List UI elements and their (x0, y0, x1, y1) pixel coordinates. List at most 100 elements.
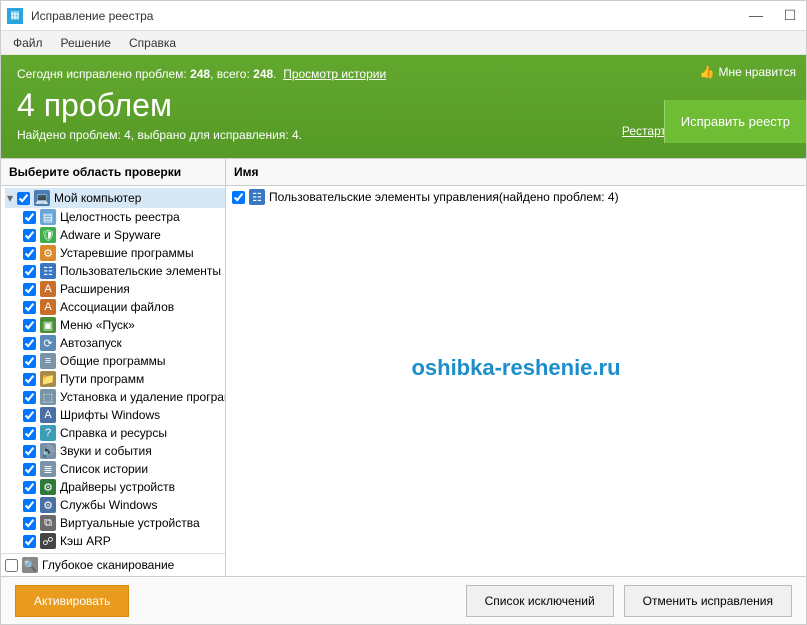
tree-item[interactable]: ▤Целостность реестра (23, 208, 225, 226)
tree-item-checkbox[interactable] (23, 337, 36, 350)
like-button[interactable]: 👍 Мне нравится (700, 65, 797, 79)
scan-area-tree[interactable]: ▾ 💻 Мой компьютер ▤Целостность реестра🛡A… (1, 186, 225, 553)
tree-item-checkbox[interactable] (23, 283, 36, 296)
tree-item-checkbox[interactable] (23, 355, 36, 368)
magnifier-icon: 🔍 (22, 557, 38, 573)
tree-item[interactable]: ⚙Службы Windows (23, 496, 225, 514)
tree-item[interactable]: ⧉ Виртуальные устройства (23, 514, 225, 532)
root-checkbox[interactable] (17, 192, 30, 205)
tree-item-checkbox[interactable] (23, 265, 36, 278)
stats-mid: , всего: (210, 67, 253, 81)
tree-root[interactable]: ▾ 💻 Мой компьютер (5, 188, 225, 208)
fixed-total: 248 (253, 67, 273, 81)
category-icon: ⚙ (40, 497, 56, 513)
activate-button[interactable]: Активировать (15, 585, 129, 617)
list-row[interactable]: ☷ Пользовательские элементы управления(на… (226, 186, 806, 208)
tree-item[interactable]: AШрифты Windows (23, 406, 225, 424)
category-icon: ⚙ (40, 245, 56, 261)
tree-item-label: Ассоциации файлов (60, 300, 174, 314)
menu-file[interactable]: Файл (13, 36, 43, 50)
tree-item-checkbox[interactable] (23, 229, 36, 242)
tree-item-checkbox[interactable] (23, 481, 36, 494)
tree-item-label: Устаревшие программы (60, 246, 194, 260)
category-icon: ▣ (40, 317, 56, 333)
category-icon: ☍ (40, 533, 56, 549)
tree-item[interactable]: 🛡Adware и Spyware (23, 226, 225, 244)
minimize-button[interactable]: — (746, 7, 766, 24)
menu-solution[interactable]: Решение (61, 36, 111, 50)
tree-item[interactable]: A Ассоциации файлов (23, 298, 225, 316)
tree-item-checkbox[interactable] (23, 211, 36, 224)
tree-item-checkbox[interactable] (23, 373, 36, 386)
deep-scan-row[interactable]: 🔍 Глубокое сканирование (1, 553, 225, 576)
category-icon: ⧉ (40, 515, 56, 531)
tree-item-checkbox[interactable] (23, 391, 36, 404)
tree-item-checkbox[interactable] (23, 319, 36, 332)
computer-icon: 💻 (34, 190, 50, 206)
tree-item[interactable]: ⟳ Автозапуск (23, 334, 225, 352)
tree-item-checkbox[interactable] (23, 409, 36, 422)
maximize-button[interactable]: ☐ (780, 7, 800, 24)
like-label: Мне нравится (718, 65, 796, 79)
history-link[interactable]: Просмотр истории (283, 67, 386, 81)
tree-item-label: Драйверы устройств (60, 480, 175, 494)
tree-item[interactable]: ≡Общие программы (23, 352, 225, 370)
fixed-today: 248 (190, 67, 210, 81)
tree-item-checkbox[interactable] (23, 463, 36, 476)
fix-registry-button[interactable]: Исправить реестр (664, 100, 806, 143)
deep-scan-checkbox[interactable] (5, 559, 18, 572)
category-icon: ? (40, 425, 56, 441)
status-banner: Сегодня исправлено проблем: 248, всего: … (1, 55, 806, 158)
tree-item-label: Виртуальные устройства (60, 516, 200, 530)
tree-item-checkbox[interactable] (23, 247, 36, 260)
tree-item-checkbox[interactable] (23, 427, 36, 440)
restart-link[interactable]: Рестарт (622, 124, 666, 138)
tree-item-checkbox[interactable] (23, 535, 36, 548)
category-icon: ▤ (40, 209, 56, 225)
tree-item[interactable]: ▣ Меню «Пуск» (23, 316, 225, 334)
tree-item[interactable]: ☍ Кэш ARP (23, 532, 225, 550)
menu-help[interactable]: Справка (129, 36, 176, 50)
tree-item[interactable]: 🔊Звуки и события (23, 442, 225, 460)
category-icon: ≡ (40, 353, 56, 369)
collapse-icon[interactable]: ▾ (7, 191, 13, 205)
right-pane-header: Имя (226, 159, 806, 186)
results-list[interactable]: ☷ Пользовательские элементы управления(на… (226, 186, 806, 576)
cancel-fixes-button[interactable]: Отменить исправления (624, 585, 792, 617)
tree-item-checkbox[interactable] (23, 517, 36, 530)
list-row-label: Пользовательские элементы управления(най… (269, 190, 619, 204)
tree-children: ▤Целостность реестра🛡Adware и Spyware⚙Ус… (5, 208, 225, 550)
category-icon: ⟳ (40, 335, 56, 351)
tree-item-checkbox[interactable] (23, 499, 36, 512)
stats-line: Сегодня исправлено проблем: 248, всего: … (17, 67, 790, 81)
tree-item[interactable]: ☷Пользовательские элементы (23, 262, 225, 280)
tree-item-label: Автозапуск (60, 336, 122, 350)
category-icon: 📁 (40, 371, 56, 387)
tree-item[interactable]: ?Справка и ресурсы (23, 424, 225, 442)
tree-item[interactable]: ≣Список истории (23, 460, 225, 478)
left-pane-header: Выберите область проверки (1, 159, 225, 186)
content: Выберите область проверки ▾ 💻 Мой компью… (1, 158, 806, 576)
left-pane: Выберите область проверки ▾ 💻 Мой компью… (1, 159, 226, 576)
tree-item-checkbox[interactable] (23, 445, 36, 458)
tree-item-label: Установка и удаление программ (60, 390, 225, 404)
window-controls: — ☐ (746, 7, 800, 24)
tree-item[interactable]: ⚙Драйверы устройств (23, 478, 225, 496)
tree-item[interactable]: ⬚Установка и удаление программ (23, 388, 225, 406)
tree-item-checkbox[interactable] (23, 301, 36, 314)
tree-item[interactable]: ⚙ Устаревшие программы (23, 244, 225, 262)
category-icon: ☷ (249, 189, 265, 205)
category-icon: A (40, 299, 56, 315)
bottom-bar: Активировать Список исключений Отменить … (1, 576, 806, 624)
tree-item-label: Звуки и события (60, 444, 152, 458)
tree-item-label: Кэш ARP (60, 534, 111, 548)
list-row-checkbox[interactable] (232, 191, 245, 204)
category-icon: A (40, 407, 56, 423)
tree-item[interactable]: 📁Пути программ (23, 370, 225, 388)
tree-item[interactable]: AРасширения (23, 280, 225, 298)
tree-item-label: Меню «Пуск» (60, 318, 135, 332)
category-icon: 🛡 (40, 227, 56, 243)
app-icon: ▦ (7, 8, 23, 24)
stats-prefix: Сегодня исправлено проблем: (17, 67, 190, 81)
exclusions-button[interactable]: Список исключений (466, 585, 614, 617)
